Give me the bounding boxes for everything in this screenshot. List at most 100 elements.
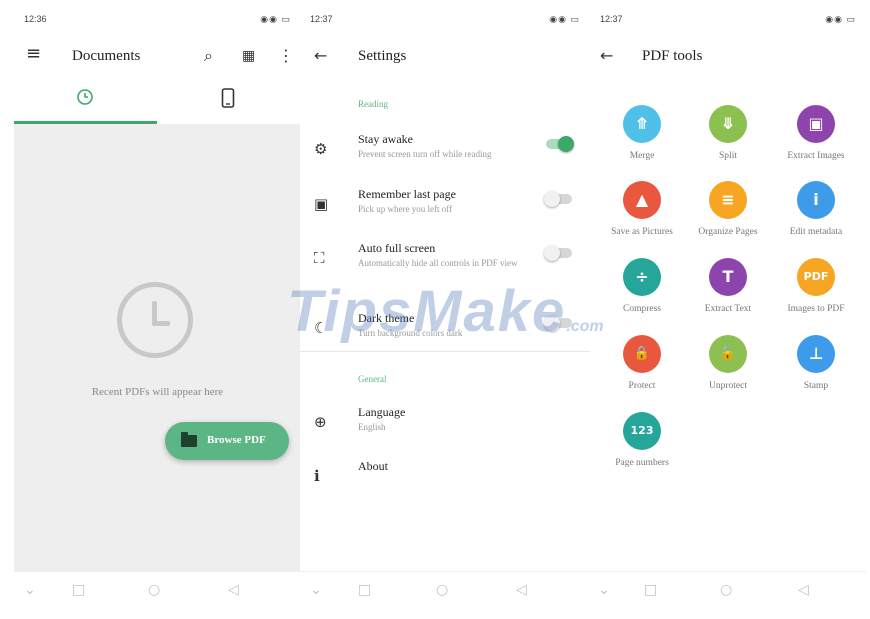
extract-images-icon: ▣ [797,105,835,143]
nav-back-icon[interactable]: ◁ [798,582,809,598]
stamp-icon: ⊥ [797,335,835,373]
more-options-icon[interactable]: ⋮ [278,46,294,65]
nav-recents-icon[interactable]: □ [358,582,371,598]
tool-label: Stamp [803,381,829,391]
tool-label: Save as Pictures [611,227,673,237]
tool-label: Images to PDF [787,304,845,314]
setting-subtitle: English [358,422,386,432]
page-title: Documents [72,48,141,64]
setting-about[interactable]: ℹ About [300,459,590,503]
setting-title: Remember last page [358,187,456,201]
auto-full-screen-toggle[interactable] [544,245,574,261]
tool-label: Split [719,151,737,161]
nav-down-icon[interactable]: ⌄ [310,582,322,598]
setting-stay-awake[interactable]: ⚙ Stay awake Prevent screen turn off whi… [300,132,590,176]
status-time: 12:37 [310,14,333,24]
pdf-tools-screen: 12:37 ◉◉ ▭ ← PDF tools ⤊ Merge ⤋ Split ▣ Extr… [590,8,866,611]
tool-label: Compress [623,304,661,314]
tool-protect[interactable]: 🔒 Protect [602,335,682,405]
tool-page-numbers[interactable]: 123 Page numbers [602,412,682,482]
clock-icon [77,89,93,105]
unprotect-icon: 🔓 [709,335,747,373]
app-bar: ← PDF tools [590,38,866,72]
back-arrow-icon[interactable]: ← [600,46,613,65]
tool-organize-pages[interactable]: ≡ Organize Pages [688,181,768,251]
tool-label: Extract Text [704,304,752,314]
section-divider [300,351,590,352]
setting-title: Language [358,405,406,419]
app-bar: ≡ Documents ⌕ ▦ ⋮ [14,38,301,72]
fullscreen-icon: ⛶ [314,249,325,267]
stay-awake-toggle[interactable] [546,136,574,152]
tool-save-as-pictures[interactable]: ▲ Save as Pictures [602,181,682,251]
recent-list-area: Recent PDFs will appear here [14,124,301,571]
moon-icon: ☾ [314,319,328,337]
tool-stamp[interactable]: ⊥ Stamp [776,335,856,405]
globe-icon: ⊕ [314,413,327,431]
status-icons: ◉◉ ▭ [260,14,291,24]
tab-device[interactable] [157,84,300,124]
setting-remember-last-page[interactable]: ▣ Remember last page Pick up where you l… [300,187,590,231]
status-bar: 12:36 ◉◉ ▭ [14,8,301,30]
status-time: 12:37 [600,14,623,24]
tool-label: Protect [628,381,656,391]
nav-back-icon[interactable]: ◁ [516,582,527,598]
page-title: Settings [358,48,407,64]
page-numbers-icon: 123 [623,412,661,450]
nav-home-icon[interactable]: ○ [148,582,160,598]
nav-recents-icon[interactable]: □ [72,582,85,598]
tool-edit-metadata[interactable]: i Edit metadata [776,181,856,251]
search-icon[interactable]: ⌕ [204,46,213,66]
setting-subtitle: Turn background colors dark [358,328,463,338]
tool-label: Extract Images [787,151,845,161]
nav-home-icon[interactable]: ○ [720,582,732,598]
setting-subtitle: Pick up where you left off [358,204,453,214]
menu-icon[interactable]: ≡ [26,43,41,64]
status-icons: ◉◉ ▭ [825,14,856,24]
tool-label: Edit metadata [789,227,843,237]
nav-home-icon[interactable]: ○ [436,582,448,598]
tool-label: Organize Pages [698,227,758,237]
tool-label: Unprotect [709,381,747,391]
tool-merge[interactable]: ⤊ Merge [602,105,682,175]
status-icons: ◉◉ ▭ [549,14,580,24]
setting-title: Auto full screen [358,241,436,255]
tool-unprotect[interactable]: 🔓 Unprotect [688,335,768,405]
tool-split[interactable]: ⤋ Split [688,105,768,175]
tool-label: Page numbers [615,458,669,468]
tool-label: Merge [629,151,655,161]
browse-pdf-button[interactable]: Browse PDF [165,422,289,460]
tab-recent[interactable] [14,84,157,124]
settings-screen: 12:37 ◉◉ ▭ ← Settings Reading ⚙ Stay awa… [300,8,590,611]
setting-language[interactable]: ⊕ Language English [300,405,590,449]
bookmark-page-icon: ▣ [314,195,329,213]
setting-auto-full-screen[interactable]: ⛶ Auto full screen Automatically hide al… [300,241,590,285]
save-as-pictures-icon: ▲ [623,181,661,219]
nav-down-icon[interactable]: ⌄ [24,582,36,598]
compress-icon: ÷ [623,258,661,296]
setting-subtitle: Automatically hide all controls in PDF v… [358,258,518,268]
nav-back-icon[interactable]: ◁ [228,582,239,598]
tool-compress[interactable]: ÷ Compress [602,258,682,328]
nav-down-icon[interactable]: ⌄ [598,582,610,598]
phone-icon [221,88,235,108]
remember-last-page-toggle[interactable] [544,191,574,207]
extract-text-icon: T [709,258,747,296]
settings-gear-icon: ⚙ [314,140,328,158]
documents-screen: 12:36 ◉◉ ▭ ≡ Documents ⌕ ▦ ⋮ Recent PDFs… [14,8,301,611]
back-arrow-icon[interactable]: ← [314,46,327,65]
tab-bar [14,84,301,124]
info-icon: ℹ [314,467,320,485]
empty-state-clock-icon [117,282,193,358]
app-bar: ← Settings [300,38,590,72]
grid-view-icon[interactable]: ▦ [242,48,255,64]
merge-icon: ⤊ [623,105,661,143]
nav-recents-icon[interactable]: □ [644,582,657,598]
tool-images-to-pdf[interactable]: PDF Images to PDF [776,258,856,328]
tool-extract-text[interactable]: T Extract Text [688,258,768,328]
tool-extract-images[interactable]: ▣ Extract Images [776,105,856,175]
edit-metadata-icon: i [797,181,835,219]
dark-theme-toggle[interactable] [544,315,574,331]
setting-title: About [358,459,388,473]
setting-dark-theme[interactable]: ☾ Dark theme Turn background colors dark [300,311,590,355]
